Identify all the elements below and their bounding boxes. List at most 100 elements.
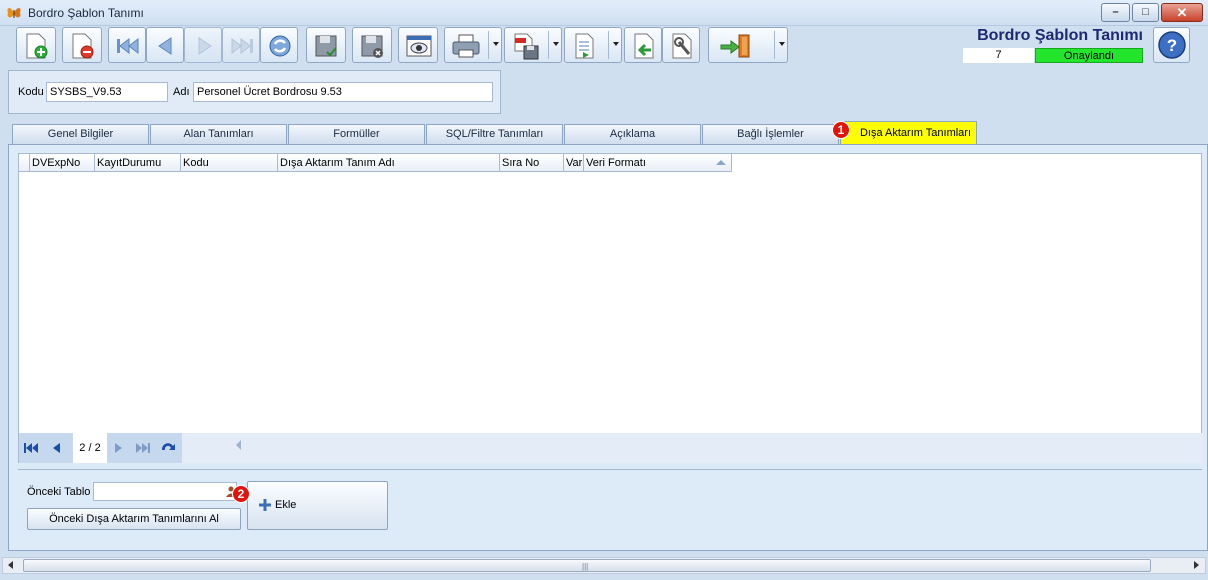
next-record-button[interactable] <box>184 27 222 63</box>
window-title: Bordro Şablon Tanımı <box>28 6 144 20</box>
sort-ascending-icon <box>716 160 726 165</box>
new-record-button[interactable] <box>16 27 56 63</box>
first-icon <box>117 37 139 55</box>
record-count: 7 <box>963 48 1034 63</box>
tab-bagli-islemler[interactable]: Bağlı İşlemler <box>702 124 839 144</box>
page-indicator: 2 / 2 <box>73 433 107 463</box>
scroll-right-arrow-icon[interactable] <box>1194 561 1199 569</box>
cancel-changes-button[interactable] <box>352 27 392 63</box>
tab-disa-aktarim[interactable]: Dışa Aktarım Tanımları <box>840 121 977 144</box>
name-field[interactable]: Personel Ücret Bordrosu 9.53 <box>193 82 493 102</box>
delete-record-button[interactable] <box>62 27 102 63</box>
horizontal-scrollbar[interactable]: ||| <box>2 557 1206 574</box>
last-record-button[interactable] <box>222 27 260 63</box>
grid-navigator: 2 / 2 <box>19 433 1203 463</box>
help-icon: ? <box>1158 31 1186 59</box>
status-badge: Onaylandı <box>1035 48 1143 63</box>
previous-table-label: Önceki Tablo <box>27 486 91 498</box>
next-icon <box>198 37 212 55</box>
svg-text:?: ? <box>1167 36 1177 55</box>
next-page-icon[interactable] <box>111 440 127 456</box>
add-button[interactable]: Ekle <box>247 481 388 530</box>
tab-sql-filtre[interactable]: SQL/Filtre Tanımları <box>426 124 563 144</box>
row-indicator-header <box>19 154 30 172</box>
minimize-button[interactable]: – <box>1101 3 1130 22</box>
column-header[interactable]: DVExpNo <box>30 154 95 172</box>
save-button[interactable] <box>306 27 346 63</box>
navigator-buttons: 2 / 2 <box>19 433 182 463</box>
previous-page-icon[interactable] <box>48 440 64 456</box>
exit-dropdown-icon[interactable] <box>779 42 785 46</box>
scrollbar-thumb[interactable]: ||| <box>23 559 1151 572</box>
doc-dropdown-icon[interactable] <box>613 42 619 46</box>
get-previous-definitions-button[interactable]: Önceki Dışa Aktarım Tanımlarını Al <box>27 508 241 530</box>
column-header[interactable]: Var <box>564 154 584 172</box>
close-icon: ✕ <box>1176 5 1188 20</box>
grip-icon: ||| <box>582 562 589 571</box>
exit-separator <box>774 31 775 59</box>
butterfly-icon <box>7 8 21 18</box>
column-header[interactable]: Kodu <box>181 154 278 172</box>
doc-separator <box>608 31 609 59</box>
eye-icon <box>406 35 432 57</box>
maximize-icon: □ <box>1142 6 1149 18</box>
maximize-button[interactable]: □ <box>1132 3 1159 22</box>
printer-icon <box>452 34 480 58</box>
code-label: Kodu <box>18 86 44 98</box>
last-icon <box>231 37 253 55</box>
previous-record-button[interactable] <box>146 27 184 63</box>
help-button[interactable]: ? <box>1153 27 1190 63</box>
import-icon <box>634 33 654 59</box>
grid-header: DVExpNo KayıtDurumu Kodu Dışa Aktarım Ta… <box>19 154 732 172</box>
document-button[interactable] <box>564 27 622 63</box>
title-bar: Bordro Şablon Tanımı – □ ✕ <box>0 0 1208 26</box>
refresh-grid-icon[interactable] <box>160 440 176 456</box>
tab-alan-tanimlari[interactable]: Alan Tanımları <box>150 124 287 144</box>
form-title: Bordro Şablon Tanımı <box>977 27 1143 44</box>
print-button[interactable] <box>444 27 502 63</box>
refresh-icon <box>269 35 291 57</box>
close-button[interactable]: ✕ <box>1161 3 1203 22</box>
grid-scroll-left-icon[interactable] <box>236 440 241 450</box>
preview-button[interactable] <box>398 27 438 63</box>
bottom-panel: Önceki Tablo Önceki Dışa Aktarım Tanımla… <box>18 469 1202 546</box>
tab-genel-bilgiler[interactable]: Genel Bilgiler <box>12 124 149 144</box>
last-page-icon[interactable] <box>135 440 151 456</box>
delete-document-icon <box>72 33 94 59</box>
code-field[interactable]: SYSBS_V9.53 <box>46 82 168 102</box>
name-label: Adı <box>173 86 190 98</box>
tab-formuller[interactable]: Formüller <box>288 124 425 144</box>
pdf-separator <box>548 31 549 59</box>
print-dropdown-icon[interactable] <box>493 42 499 46</box>
column-header[interactable]: KayıtDurumu <box>95 154 181 172</box>
refresh-button[interactable] <box>260 27 298 63</box>
first-page-icon[interactable] <box>23 440 39 456</box>
exit-button[interactable] <box>708 27 788 63</box>
minimize-icon: – <box>1112 6 1119 18</box>
pdf-dropdown-icon[interactable] <box>553 42 559 46</box>
add-button-label: Ekle <box>275 499 297 511</box>
plus-icon <box>259 499 271 511</box>
record-info-group: Kodu SYSBS_V9.53 Adı Personel Ücret Bord… <box>8 70 501 114</box>
step-badge-1: 1 <box>832 121 850 139</box>
step-badge-2: 2 <box>232 485 250 503</box>
print-separator <box>488 31 489 59</box>
column-header[interactable]: Veri Formatı <box>584 154 732 172</box>
exit-door-icon <box>720 34 750 58</box>
column-header[interactable]: Sıra No <box>500 154 564 172</box>
pdf-save-icon <box>514 33 539 60</box>
new-document-icon <box>26 33 48 59</box>
previous-table-field[interactable] <box>93 482 237 501</box>
export-pdf-button[interactable] <box>504 27 562 63</box>
tab-aciklama[interactable]: Açıklama <box>564 124 701 144</box>
export-definitions-grid[interactable]: DVExpNo KayıtDurumu Kodu Dışa Aktarım Ta… <box>18 153 1203 463</box>
column-header[interactable]: Dışa Aktarım Tanım Adı <box>278 154 500 172</box>
import-button[interactable] <box>624 27 662 63</box>
wrench-icon <box>672 33 692 59</box>
scroll-left-arrow-icon[interactable] <box>8 561 13 569</box>
document-export-icon <box>575 33 594 59</box>
save-cancel-icon <box>361 35 383 58</box>
settings-button[interactable] <box>662 27 700 63</box>
previous-icon <box>158 37 172 55</box>
first-record-button[interactable] <box>108 27 146 63</box>
